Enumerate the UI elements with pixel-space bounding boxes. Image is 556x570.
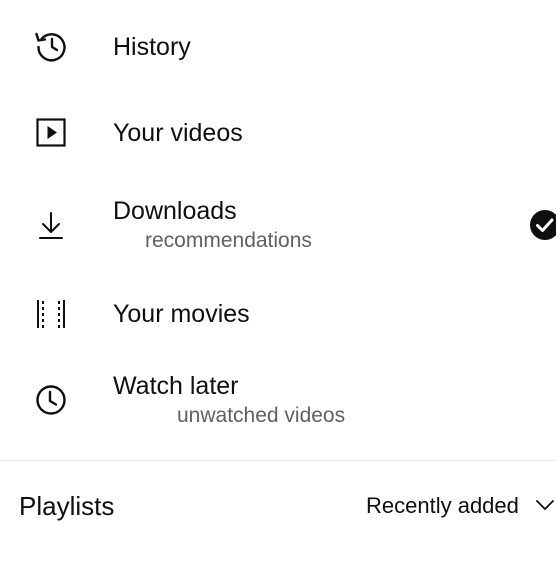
history-icon	[33, 28, 69, 64]
menu-item-label: Downloads	[113, 197, 237, 225]
menu-item-label: Watch later	[113, 372, 239, 400]
film-strip-icon	[33, 296, 69, 332]
menu-item-downloads[interactable]: Downloads recommendations	[0, 196, 556, 256]
playlists-heading: Playlists	[19, 491, 115, 521]
check-circle-icon	[530, 210, 556, 240]
section-divider	[0, 460, 556, 461]
menu-item-your-movies[interactable]: Your movies	[0, 292, 556, 338]
menu-item-your-videos[interactable]: Your videos	[0, 110, 556, 156]
chevron-down-icon	[534, 494, 556, 516]
menu-item-history[interactable]: History	[0, 24, 556, 70]
menu-item-label: Your videos	[113, 119, 243, 147]
playlist-sort-dropdown[interactable]: Recently added	[366, 492, 556, 522]
clock-icon	[33, 382, 69, 418]
menu-item-sublabel: unwatched videos	[177, 404, 346, 427]
menu-item-label: Your movies	[113, 300, 250, 328]
download-icon	[33, 208, 69, 244]
sort-selected-label: Recently added	[366, 493, 519, 518]
play-box-icon	[33, 114, 69, 150]
menu-item-watch-later[interactable]: Watch later unwatched videos	[0, 370, 556, 432]
menu-item-label: History	[113, 33, 191, 61]
menu-item-sublabel: recommendations	[145, 229, 312, 252]
